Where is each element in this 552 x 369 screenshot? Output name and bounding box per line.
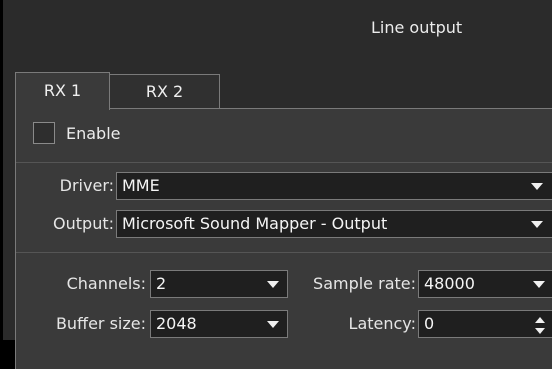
chevron-down-icon[interactable]	[531, 183, 543, 190]
chevron-down-icon[interactable]	[533, 281, 545, 288]
output-label: Output:	[53, 214, 114, 233]
tab-rx2[interactable]: RX 2	[109, 74, 220, 109]
output-value: Microsoft Sound Mapper - Output	[122, 214, 388, 233]
enable-label[interactable]: Enable	[66, 124, 121, 143]
driver-value: MME	[122, 176, 160, 195]
divider	[16, 252, 552, 253]
latency-label: Latency:	[348, 314, 416, 333]
chevron-down-icon[interactable]	[267, 321, 279, 328]
driver-label: Driver:	[59, 176, 114, 195]
output-select[interactable]: Microsoft Sound Mapper - Output	[116, 210, 552, 238]
sample-rate-value: 48000	[424, 274, 475, 293]
channels-value: 2	[156, 274, 167, 293]
sample-rate-select[interactable]: 48000	[418, 270, 552, 298]
divider	[16, 162, 552, 163]
spin-down-icon[interactable]	[535, 328, 545, 334]
chevron-down-icon[interactable]	[531, 221, 543, 228]
buffer-size-select[interactable]: 2048	[150, 310, 288, 338]
enable-checkbox[interactable]	[33, 122, 55, 144]
chevron-down-icon[interactable]	[267, 281, 279, 288]
group-title: Line output	[371, 18, 463, 37]
buffer-size-label: Buffer size:	[55, 314, 146, 333]
tab-rx1[interactable]: RX 1	[15, 72, 110, 110]
sample-rate-label: Sample rate:	[313, 274, 416, 293]
channels-select[interactable]: 2	[150, 270, 288, 298]
spin-up-icon[interactable]	[535, 317, 545, 323]
driver-select[interactable]: MME	[116, 172, 552, 200]
channels-label: Channels:	[66, 274, 146, 293]
latency-spinbox[interactable]: 0	[418, 310, 552, 338]
buffer-size-value: 2048	[156, 314, 197, 333]
latency-value: 0	[424, 314, 435, 333]
